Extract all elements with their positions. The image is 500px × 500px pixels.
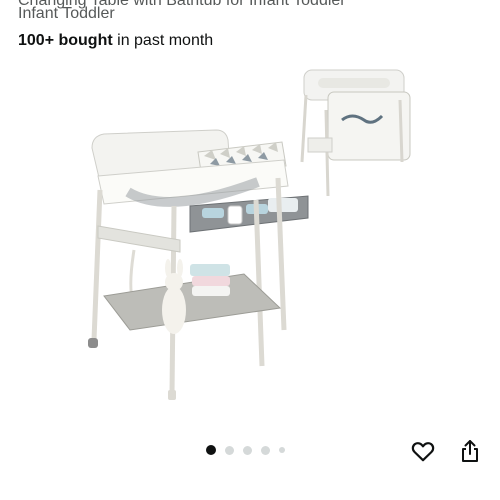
carousel-dot-2[interactable] [225, 445, 234, 455]
purchase-count: 100+ bought in past month [18, 31, 213, 51]
purchase-count-bold: 100+ bought [18, 32, 113, 49]
carousel-dot-3[interactable] [243, 445, 252, 455]
share-icon [462, 440, 478, 462]
secondary-table-image [300, 69, 411, 197]
main-table-image [88, 129, 309, 400]
image-carousel-indicator[interactable] [206, 444, 285, 456]
product-title-line: Infant Toddler [18, 5, 115, 22]
carousel-dot-4[interactable] [261, 445, 270, 455]
carousel-dot-5[interactable] [279, 447, 285, 453]
purchase-count-text: in past month [112, 32, 214, 49]
share-button[interactable] [456, 437, 484, 465]
carousel-dot-1[interactable] [206, 445, 216, 455]
wishlist-button[interactable] [409, 437, 437, 465]
heart-icon [411, 442, 435, 462]
product-image[interactable] [70, 60, 430, 420]
